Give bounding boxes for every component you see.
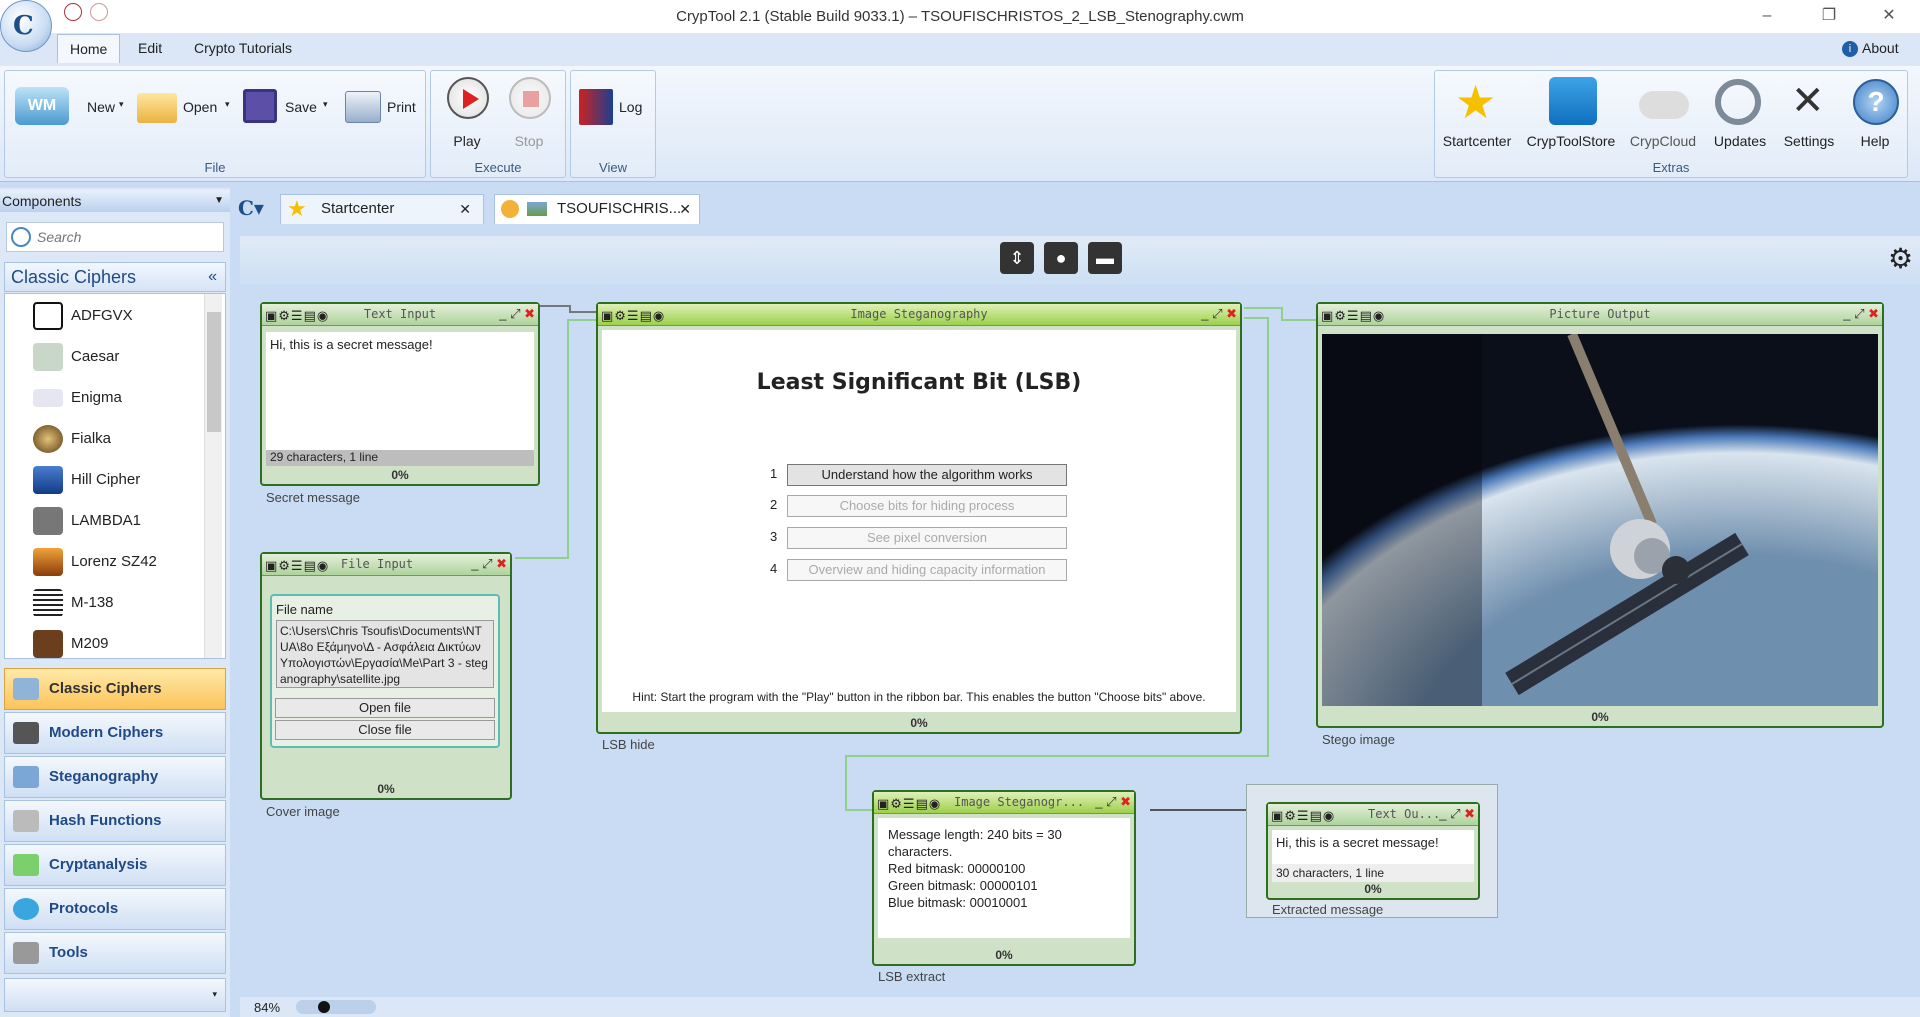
component-title: Text Ou...	[1368, 807, 1441, 821]
window-controls[interactable]: _ ⤢ ✖	[1843, 306, 1879, 322]
component-header[interactable]: ▣⚙☰▤◉ Text Ou... _ ⤢ ✖	[1268, 804, 1478, 826]
text-status: 30 characters, 1 line	[1272, 864, 1474, 882]
text-input-textarea[interactable]: Hi, this is a secret message!	[266, 332, 534, 450]
component-caption: Cover image	[266, 804, 340, 819]
component-caption: Stego image	[1322, 732, 1395, 747]
component-title: Text Input	[363, 307, 437, 321]
extract-info: Message length: 240 bits = 30 characters…	[878, 818, 1130, 938]
open-file-button[interactable]: Open file	[275, 698, 495, 718]
text-status: 29 characters, 1 line	[266, 450, 534, 466]
step-number: 3	[770, 529, 778, 544]
component-title: Image Steganography	[850, 307, 988, 321]
component-caption: Extracted message	[1272, 902, 1384, 917]
file-path-field[interactable]: C:\Users\Chris Tsoufis\Documents\NTUA\8o…	[276, 620, 494, 688]
overview-capacity-button: Overview and hiding capacity information	[787, 559, 1067, 581]
window-controls[interactable]: _ ⤢ ✖	[1439, 806, 1475, 822]
zoom-level: 84%	[254, 1000, 281, 1015]
component-caption: Secret message	[266, 490, 360, 505]
component-caption: LSB hide	[602, 737, 655, 752]
stego-image	[1322, 334, 1878, 706]
component-title: File Input	[340, 557, 414, 571]
zoom-slider-thumb[interactable]	[318, 1001, 330, 1013]
cryptool-logo-icon: C	[13, 11, 34, 41]
text-output-field[interactable]: Hi, this is a secret message!	[1272, 830, 1474, 864]
step-number: 4	[770, 561, 778, 576]
window-controls[interactable]: _ ⤢ ✖	[499, 306, 535, 322]
text-input-component[interactable]: ▣⚙☰▤◉ Text Input _ ⤢ ✖ Hi, this is a sec…	[260, 302, 540, 486]
component-mode-icons[interactable]: ▣⚙☰▤◉	[1271, 808, 1335, 824]
choose-bits-button: Choose bits for hiding process	[787, 495, 1067, 517]
progress-label: 0%	[1591, 710, 1609, 724]
app-window: C CrypTool 2.1 (Stable Build 9033.1) – T…	[0, 0, 1920, 1017]
understand-algorithm-button[interactable]: Understand how the algorithm works	[787, 464, 1067, 486]
message-length-text: Message length: 240 bits = 30 characters…	[888, 827, 1062, 859]
blue-bitmask-text: Blue bitmask: 00010001	[888, 895, 1028, 910]
step-number: 1	[770, 466, 778, 481]
zoom-slider[interactable]	[296, 1000, 376, 1014]
component-header[interactable]: ▣⚙☰▤◉ Picture Output _ ⤢ ✖	[1318, 304, 1882, 326]
hint-text: Hint: Start the program with the "Play" …	[632, 690, 1206, 704]
green-bitmask-text: Green bitmask: 00000101	[888, 878, 1038, 893]
zoom-bar	[240, 997, 1920, 1017]
lsb-extract-component[interactable]: ▣⚙☰▤◉ Image Steganogr... _ ⤢ ✖ Message l…	[872, 790, 1136, 966]
picture-output-component[interactable]: ▣⚙☰▤◉ Picture Output _ ⤢ ✖ 0%	[1316, 302, 1884, 728]
progress-label: 0%	[1364, 882, 1382, 896]
image-steganography-component[interactable]: ▣⚙☰▤◉ Image Steganography _ ⤢ ✖ Least Si…	[596, 302, 1242, 734]
component-caption: LSB extract	[878, 969, 946, 984]
window-controls[interactable]: _ ⤢ ✖	[1095, 794, 1131, 810]
component-header[interactable]: ▣⚙☰▤◉ Image Steganogr... _ ⤢ ✖	[874, 792, 1134, 814]
window-controls[interactable]: _ ⤢ ✖	[471, 556, 507, 572]
component-header[interactable]: ▣⚙☰▤◉ File Input _ ⤢ ✖	[262, 554, 510, 576]
progress-label: 0%	[995, 948, 1013, 962]
component-header[interactable]: ▣⚙☰▤◉ Text Input _ ⤢ ✖	[262, 304, 538, 326]
progress-label: 0%	[391, 468, 409, 482]
app-menu-button[interactable]: C	[0, 0, 52, 52]
component-mode-icons[interactable]: ▣⚙☰▤◉	[265, 558, 329, 574]
step-number: 2	[770, 497, 778, 512]
component-header[interactable]: ▣⚙☰▤◉ Image Steganography _ ⤢ ✖	[598, 304, 1240, 326]
lsb-heading: Least Significant Bit (LSB)	[756, 370, 1082, 395]
file-name-label: File name	[276, 602, 334, 617]
close-file-button[interactable]: Close file	[275, 720, 495, 740]
red-bitmask-text: Red bitmask: 00000100	[888, 861, 1026, 876]
text-output-component[interactable]: ▣⚙☰▤◉ Text Ou... _ ⤢ ✖ Hi, this is a sec…	[1266, 802, 1480, 900]
file-input-component[interactable]: ▣⚙☰▤◉ File Input _ ⤢ ✖ File name C:\User…	[260, 552, 512, 800]
window-controls[interactable]: _ ⤢ ✖	[1201, 306, 1237, 322]
component-title: Image Steganogr...	[954, 795, 1085, 809]
progress-label: 0%	[910, 716, 928, 730]
component-mode-icons[interactable]: ▣⚙☰▤◉	[877, 796, 941, 812]
component-title: Picture Output	[1549, 307, 1651, 321]
satellite-earth-image	[1322, 334, 1878, 706]
progress-label: 0%	[377, 782, 395, 796]
pixel-conversion-button: See pixel conversion	[787, 527, 1067, 549]
